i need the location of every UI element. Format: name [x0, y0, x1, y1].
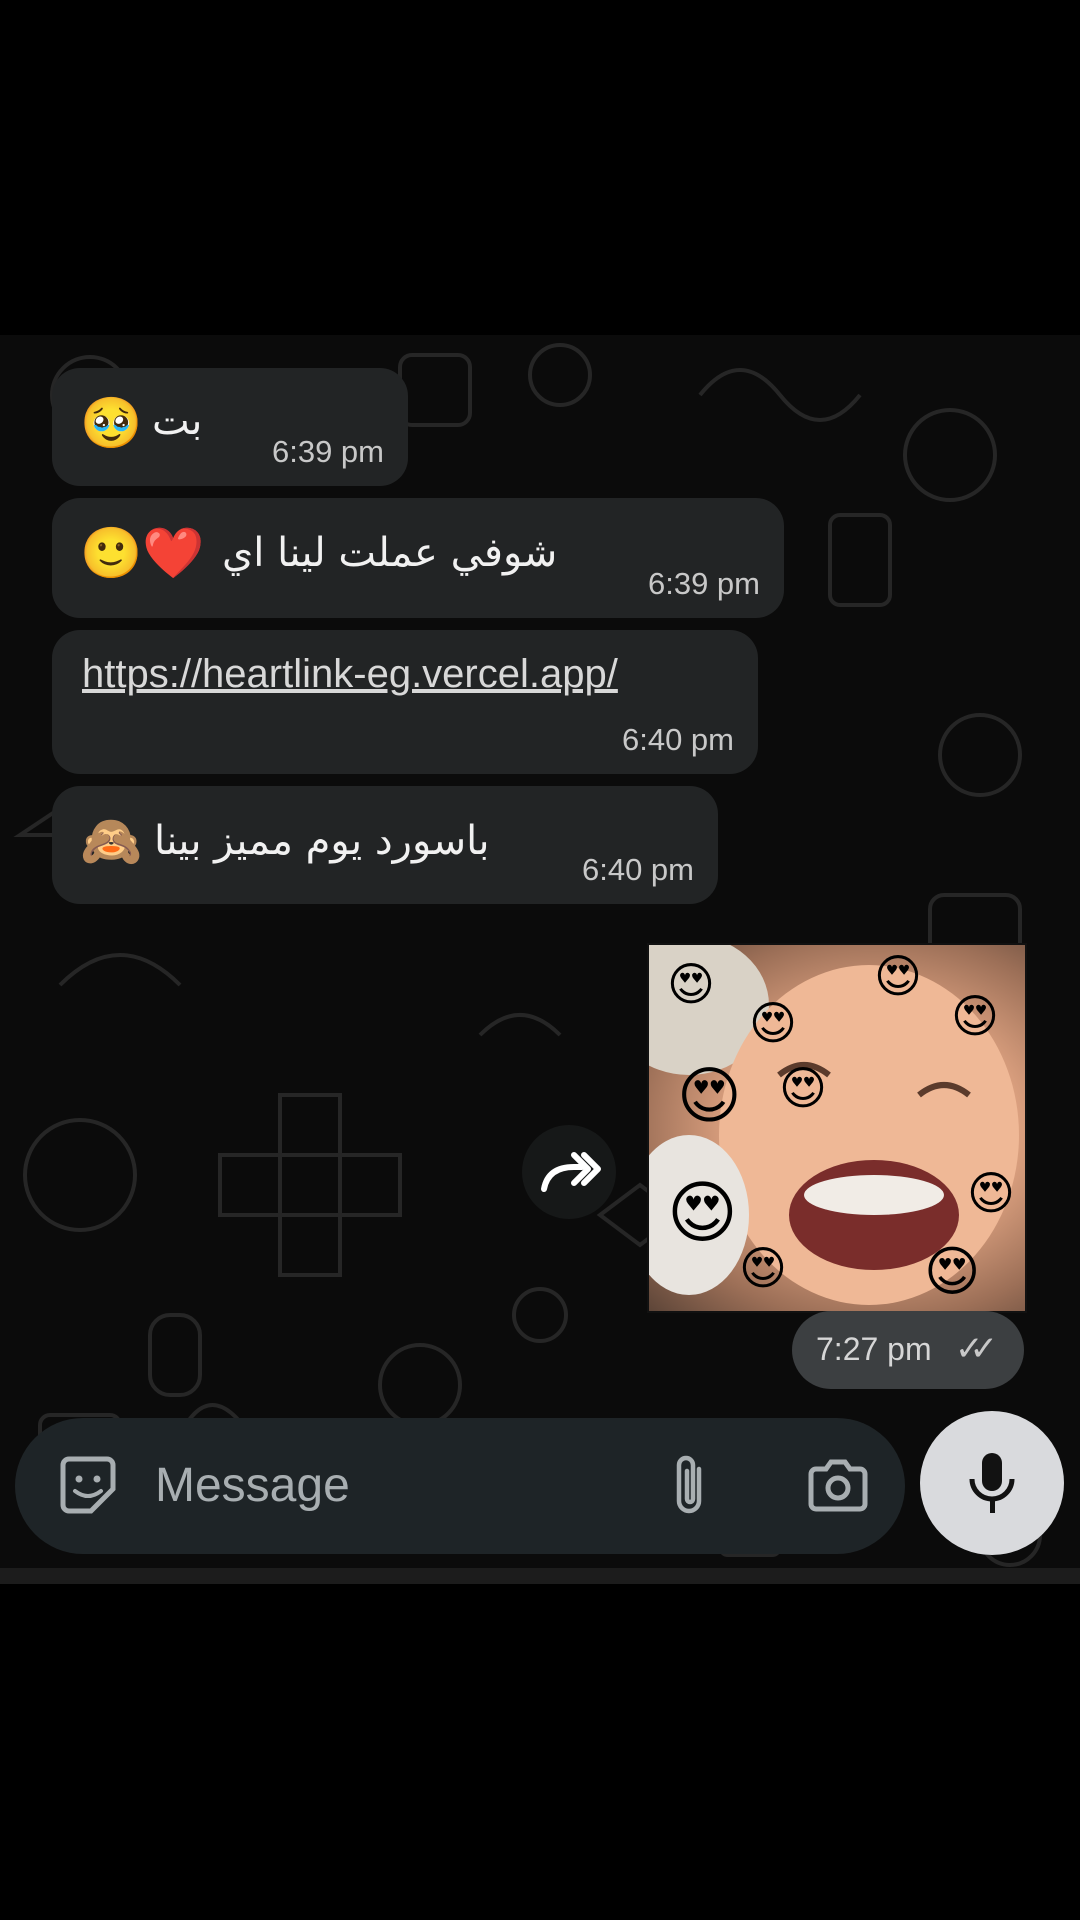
message-bubble[interactable]: https://heartlink-eg.vercel.app/ 6:40 pm — [52, 630, 758, 774]
message-time: 6:39 pm — [647, 566, 760, 601]
emoji: 🙈 — [80, 812, 143, 870]
message-text: شوفي عملت لينا اي — [222, 530, 558, 576]
heart-eyes-emoji: 😍 — [667, 957, 715, 1011]
message-time: 6:40 pm — [581, 852, 694, 887]
message-text: باسورد يوم مميز بينا — [154, 818, 490, 864]
heart-eyes-emoji: 😍 — [739, 1241, 787, 1295]
heart-eyes-emoji: 😍 — [677, 1059, 742, 1132]
message-input[interactable]: Message — [155, 1458, 350, 1513]
attach-icon[interactable] — [665, 1451, 715, 1521]
bottom-divider — [0, 1568, 1080, 1584]
heart-eyes-emoji: 😍 — [667, 1174, 738, 1253]
forward-icon — [541, 1152, 601, 1192]
message-bubble[interactable]: 🥹 بت 6:39 pm — [52, 368, 408, 486]
sent-image[interactable]: 😍 😍 😍 😍 😍 😍 😍 😍 😍 😍 — [647, 943, 1027, 1313]
emoji: 🙂❤️ — [80, 524, 205, 582]
mic-icon — [969, 1453, 1015, 1513]
message-bubble[interactable]: 🙂❤️ شوفي عملت لينا اي 6:39 pm — [52, 498, 784, 618]
heart-eyes-emoji: 😍 — [967, 1166, 1015, 1220]
double-check-icon: ✓✓ — [955, 1329, 998, 1369]
sticker-icon[interactable] — [53, 1451, 123, 1521]
message-bubble[interactable]: 🙈 باسورد يوم مميز بينا 6:40 pm — [52, 786, 718, 904]
heart-eyes-emoji: 😍 — [874, 949, 922, 1003]
image-time-badge: 7:27 pm ✓✓ — [792, 1311, 1024, 1389]
message-time: 6:39 pm — [271, 434, 384, 469]
message-text: بت — [152, 398, 203, 444]
heart-eyes-emoji: 😍 — [779, 1061, 827, 1115]
image-time: 7:27 pm — [816, 1331, 932, 1367]
heart-eyes-emoji: 😍 — [749, 996, 797, 1050]
message-time: 6:40 pm — [621, 722, 734, 757]
mic-button[interactable] — [920, 1411, 1064, 1555]
heart-eyes-emoji: 😍 — [951, 989, 999, 1043]
heart-eyes-emoji: 😍 — [924, 1240, 981, 1303]
message-link[interactable]: https://heartlink-eg.vercel.app/ — [82, 652, 618, 697]
forward-button[interactable] — [522, 1125, 616, 1219]
camera-icon[interactable] — [803, 1456, 873, 1516]
message-input-bar[interactable]: Message — [15, 1418, 905, 1554]
emoji: 🥹 — [80, 394, 143, 452]
